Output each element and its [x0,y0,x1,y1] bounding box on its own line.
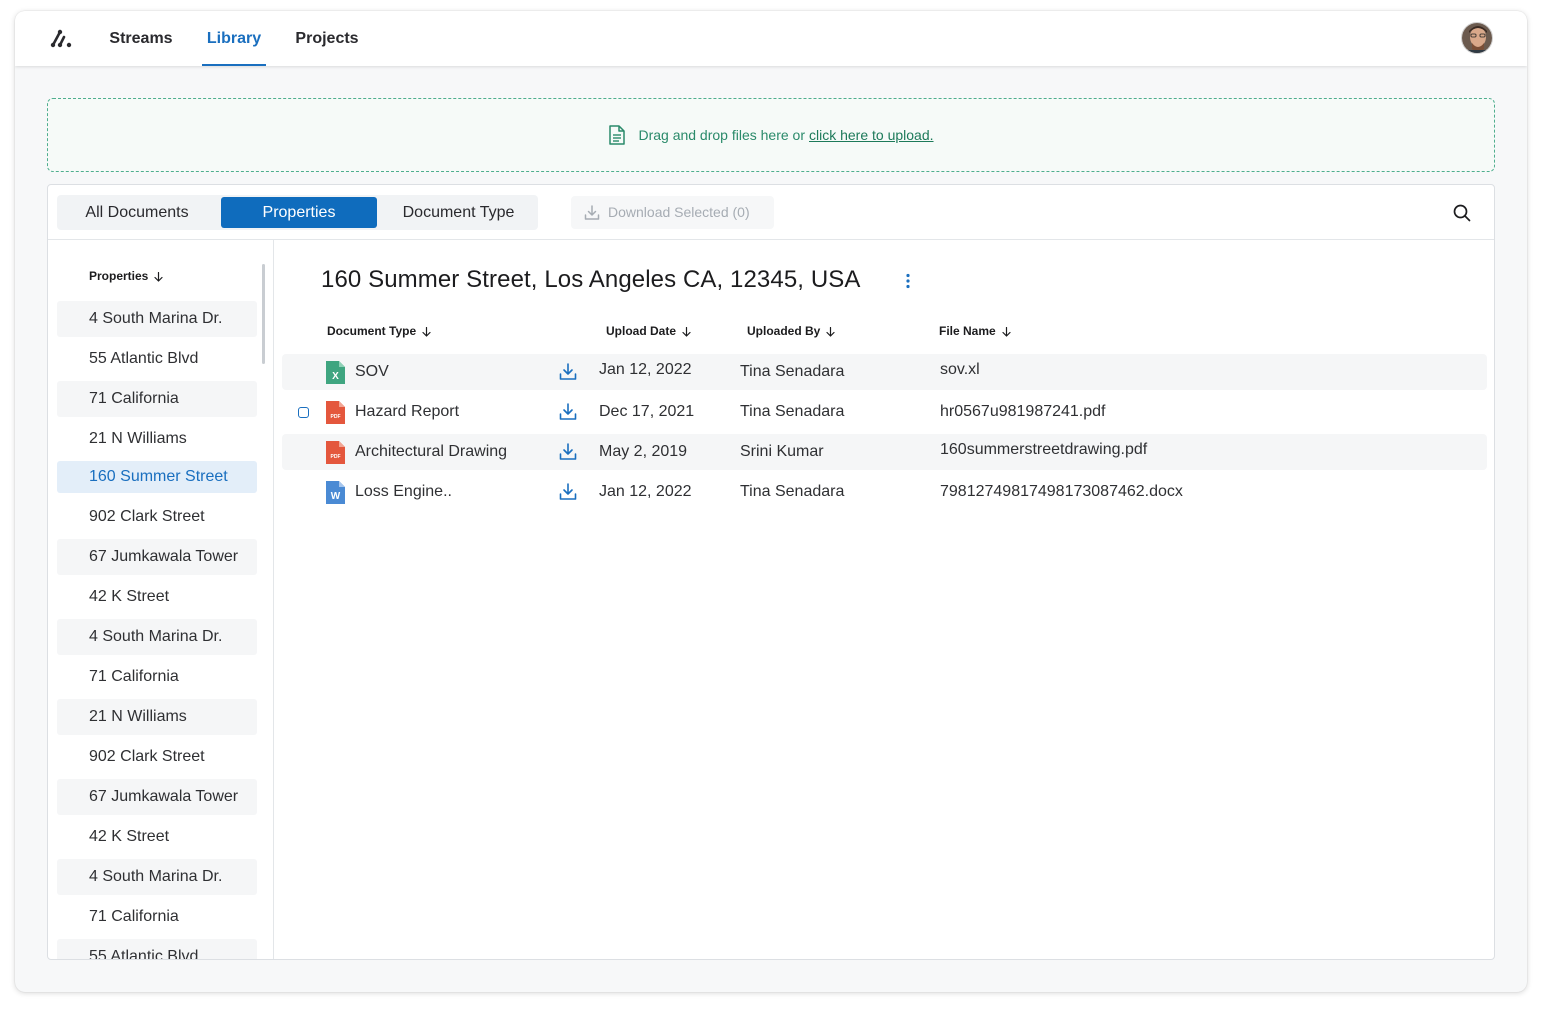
property-item-selected[interactable]: 160 Summer Street [57,461,257,493]
file-name-cell: 160summerstreetdrawing.pdf [940,441,1148,458]
properties-header-label: Properties [89,269,149,283]
sort-arrow-down-icon [1002,326,1011,337]
property-documents-area: 160 Summer Street, Los Angeles CA, 12345… [275,240,1494,959]
tab-document-type[interactable]: Document Type [381,197,536,228]
excel-file-icon: X [326,361,345,384]
download-icon[interactable] [559,363,577,381]
download-selected-button[interactable]: Download Selected (0) [571,196,774,229]
nav-tab-library[interactable]: Library [202,11,266,66]
column-header-uploaded-by[interactable]: Uploaded By [747,324,835,338]
property-title: 160 Summer Street, Los Angeles CA, 12345… [321,266,861,293]
file-name-cell: hr0567u981987241.pdf [940,403,1106,420]
column-header-upload-date[interactable]: Upload Date [606,324,691,338]
property-item[interactable]: 55 Atlantic Blvd [57,341,257,377]
word-file-icon: W [326,481,345,504]
property-item[interactable]: 4 South Marina Dr. [57,619,257,655]
download-selected-label: Download Selected (0) [608,204,750,220]
property-item[interactable]: 21 N Williams [57,421,257,457]
table-row[interactable]: W Loss Engine.. Jan 12, 2022 Tina Senada… [282,474,1487,510]
documents-toolbar: All Documents Properties Document Type D… [48,185,1494,240]
property-item[interactable]: 42 K Street [57,579,257,615]
upload-date-cell: Jan 12, 2022 [599,483,692,500]
property-item[interactable]: 67 Jumkawala Tower [57,779,257,815]
property-item[interactable]: 4 South Marina Dr. [57,301,257,337]
view-segmented-control: All Documents Properties Document Type [57,195,538,230]
user-avatar[interactable] [1461,22,1493,54]
row-checkbox[interactable] [298,407,309,418]
column-label: Uploaded By [747,324,821,338]
download-icon[interactable] [559,403,577,421]
property-item[interactable]: 4 South Marina Dr. [57,859,257,895]
upload-date-cell: Dec 17, 2021 [599,403,695,420]
property-item[interactable]: 21 N Williams [57,699,257,735]
download-icon [584,205,600,220]
sort-arrow-down-icon [422,326,431,337]
upload-dropzone[interactable]: Drag and drop files here or click here t… [47,98,1495,172]
property-item[interactable]: 42 K Street [57,819,257,855]
svg-text:W: W [331,491,341,502]
property-item[interactable]: 55 Atlantic Blvd [57,939,257,959]
property-list: 4 South Marina Dr. 55 Atlantic Blvd 71 C… [57,301,257,959]
property-item[interactable]: 902 Clark Street [57,499,257,535]
table-row[interactable]: PDF Hazard Report Dec 17, 2021 Tina Sena… [282,394,1487,430]
file-name-cell: 798127498174981730874​62.docx [940,483,1183,500]
svg-text:PDF: PDF [331,454,341,460]
document-icon [609,125,626,145]
pdf-file-icon: PDF [326,401,345,424]
column-label: File Name [939,324,996,338]
svg-text:X: X [332,371,339,382]
upload-date-cell: May 2, 2019 [599,443,688,460]
property-item[interactable]: 71 California [57,899,257,935]
sort-arrow-down-icon [826,326,835,337]
table-row[interactable]: PDF Architectural Drawing May 2, 2019 Sr… [282,434,1487,470]
table-row[interactable]: X SOV Jan 12, 2022 Tina Senadara sov.xl [282,354,1487,390]
property-item[interactable]: 71 California [57,381,257,417]
app-window: Streams Library Projects Drag and drop f… [15,11,1527,992]
uploaded-by-cell: Tina Senadara [740,403,845,420]
upload-date-cell: Jan 12, 2022 [599,361,692,378]
sort-arrow-down-icon [154,271,163,282]
top-navigation-bar: Streams Library Projects [15,11,1527,66]
tab-all-documents[interactable]: All Documents [59,197,215,228]
download-icon[interactable] [559,483,577,501]
documents-table: X SOV Jan 12, 2022 Tina Senadara sov.xl [282,354,1487,514]
uploaded-by-cell: Tina Senadara [740,363,845,380]
column-label: Document Type [327,324,417,338]
documents-panel: All Documents Properties Document Type D… [47,184,1495,960]
uploaded-by-cell: Srini Kumar [740,443,824,460]
properties-sort-header[interactable]: Properties [89,269,163,283]
uploaded-by-cell: Tina Senadara [740,483,845,500]
column-header-document-type[interactable]: Document Type [327,324,431,338]
properties-sidebar: Properties 4 South Marina Dr. 55 Atlanti… [48,240,274,959]
property-item[interactable]: 71 California [57,659,257,695]
document-type-cell: Architectural Drawing [355,443,508,460]
column-label: Upload Date [606,324,677,338]
download-icon[interactable] [559,443,577,461]
pdf-file-icon: PDF [326,441,345,464]
document-type-cell: SOV [355,363,389,380]
file-name-cell: sov.xl [940,361,980,378]
column-header-file-name[interactable]: File Name [939,324,1011,338]
upload-instructions: Drag and drop files here or [638,127,805,143]
search-icon[interactable] [1452,203,1472,223]
app-logo-icon[interactable] [49,27,73,49]
property-item[interactable]: 67 Jumkawala Tower [57,539,257,575]
avatar-photo-icon [1462,23,1492,53]
sidebar-scrollbar[interactable] [262,264,265,364]
nav-tab-streams[interactable]: Streams [108,11,174,66]
sort-arrow-down-icon [682,326,691,337]
tab-properties[interactable]: Properties [221,197,377,228]
more-options-icon[interactable] [905,273,911,289]
property-item[interactable]: 902 Clark Street [57,739,257,775]
upload-link[interactable]: click here to upload. [809,127,934,143]
document-type-cell: Loss Engine.. [355,483,452,500]
document-type-cell: Hazard Report [355,403,460,420]
nav-tab-projects[interactable]: Projects [294,11,360,66]
svg-text:PDF: PDF [331,414,341,420]
